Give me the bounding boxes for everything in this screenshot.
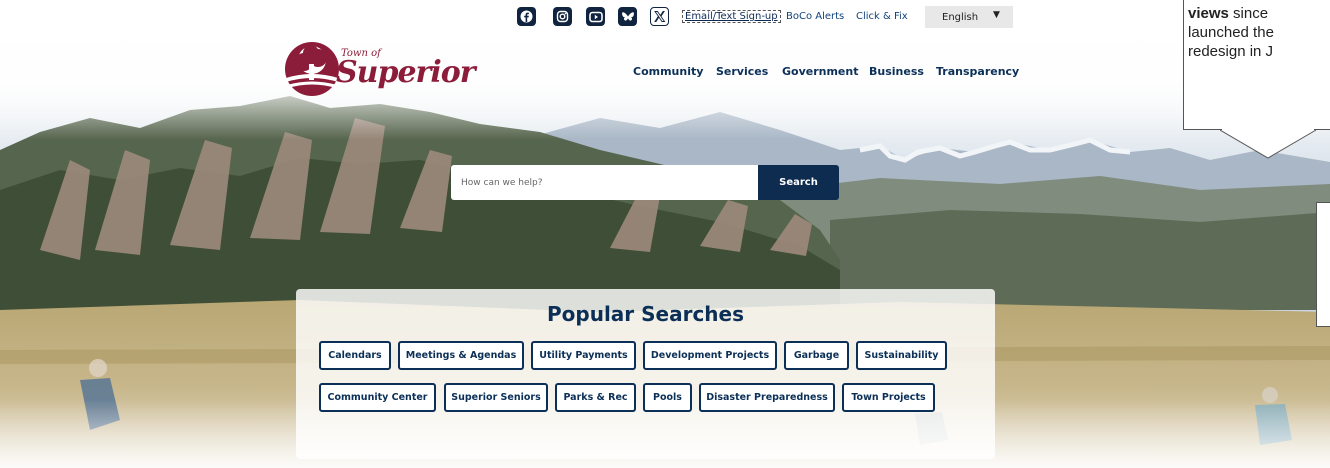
nav-transparency[interactable]: Transparency [936, 65, 1019, 78]
chip-meetings-agendas[interactable]: Meetings & Agendas [398, 341, 524, 370]
callout-bold-text: views [1188, 5, 1229, 22]
chip-sustainability[interactable]: Sustainability [856, 341, 947, 370]
bluesky-icon[interactable] [618, 7, 637, 26]
popular-searches-title: Popular Searches [546, 302, 745, 326]
chip-calendars[interactable]: Calendars [319, 341, 391, 370]
callout-line3: redesign in J [1188, 43, 1274, 60]
caret-down-icon: ▼ [993, 10, 1000, 20]
nav-business[interactable]: Business [869, 65, 924, 78]
chip-community-center[interactable]: Community Center [319, 383, 436, 412]
language-selected-value: English [942, 11, 979, 23]
side-popup-box [1316, 202, 1330, 327]
x-twitter-icon[interactable] [650, 7, 669, 26]
callout-pointer [1220, 128, 1317, 159]
youtube-icon[interactable] [586, 7, 605, 26]
chip-town-projects[interactable]: Town Projects [842, 383, 935, 412]
click-fix-link[interactable]: Click & Fix [856, 11, 908, 22]
callout-text: views since launched the redesign in J [1188, 4, 1330, 61]
utility-bar: Email/Text Sign-up BoCo Alerts Click & F… [0, 0, 1330, 34]
callout-line2: launched the [1188, 24, 1274, 41]
email-text-signup-link[interactable]: Email/Text Sign-up [682, 10, 781, 23]
nav-services[interactable]: Services [716, 65, 768, 78]
nav-community[interactable]: Community [633, 65, 703, 78]
chip-utility-payments[interactable]: Utility Payments [531, 341, 636, 370]
chip-parks-rec[interactable]: Parks & Rec [555, 383, 636, 412]
chip-pools[interactable]: Pools [643, 383, 692, 412]
chip-disaster-preparedness[interactable]: Disaster Preparedness [699, 383, 835, 412]
nav-government[interactable]: Government [782, 65, 858, 78]
boco-alerts-link[interactable]: BoCo Alerts [786, 11, 844, 22]
callout-line1: since [1228, 5, 1269, 22]
chip-garbage[interactable]: Garbage [784, 341, 849, 370]
chip-development-projects[interactable]: Development Projects [643, 341, 777, 370]
facebook-icon[interactable] [517, 7, 536, 26]
search-input[interactable] [451, 165, 758, 200]
chip-superior-seniors[interactable]: Superior Seniors [444, 383, 548, 412]
search-button[interactable]: Search [758, 165, 839, 200]
logo-superior-text: Superior [336, 55, 476, 90]
language-select[interactable]: English ▼ [925, 6, 1013, 28]
instagram-icon[interactable] [553, 7, 572, 26]
